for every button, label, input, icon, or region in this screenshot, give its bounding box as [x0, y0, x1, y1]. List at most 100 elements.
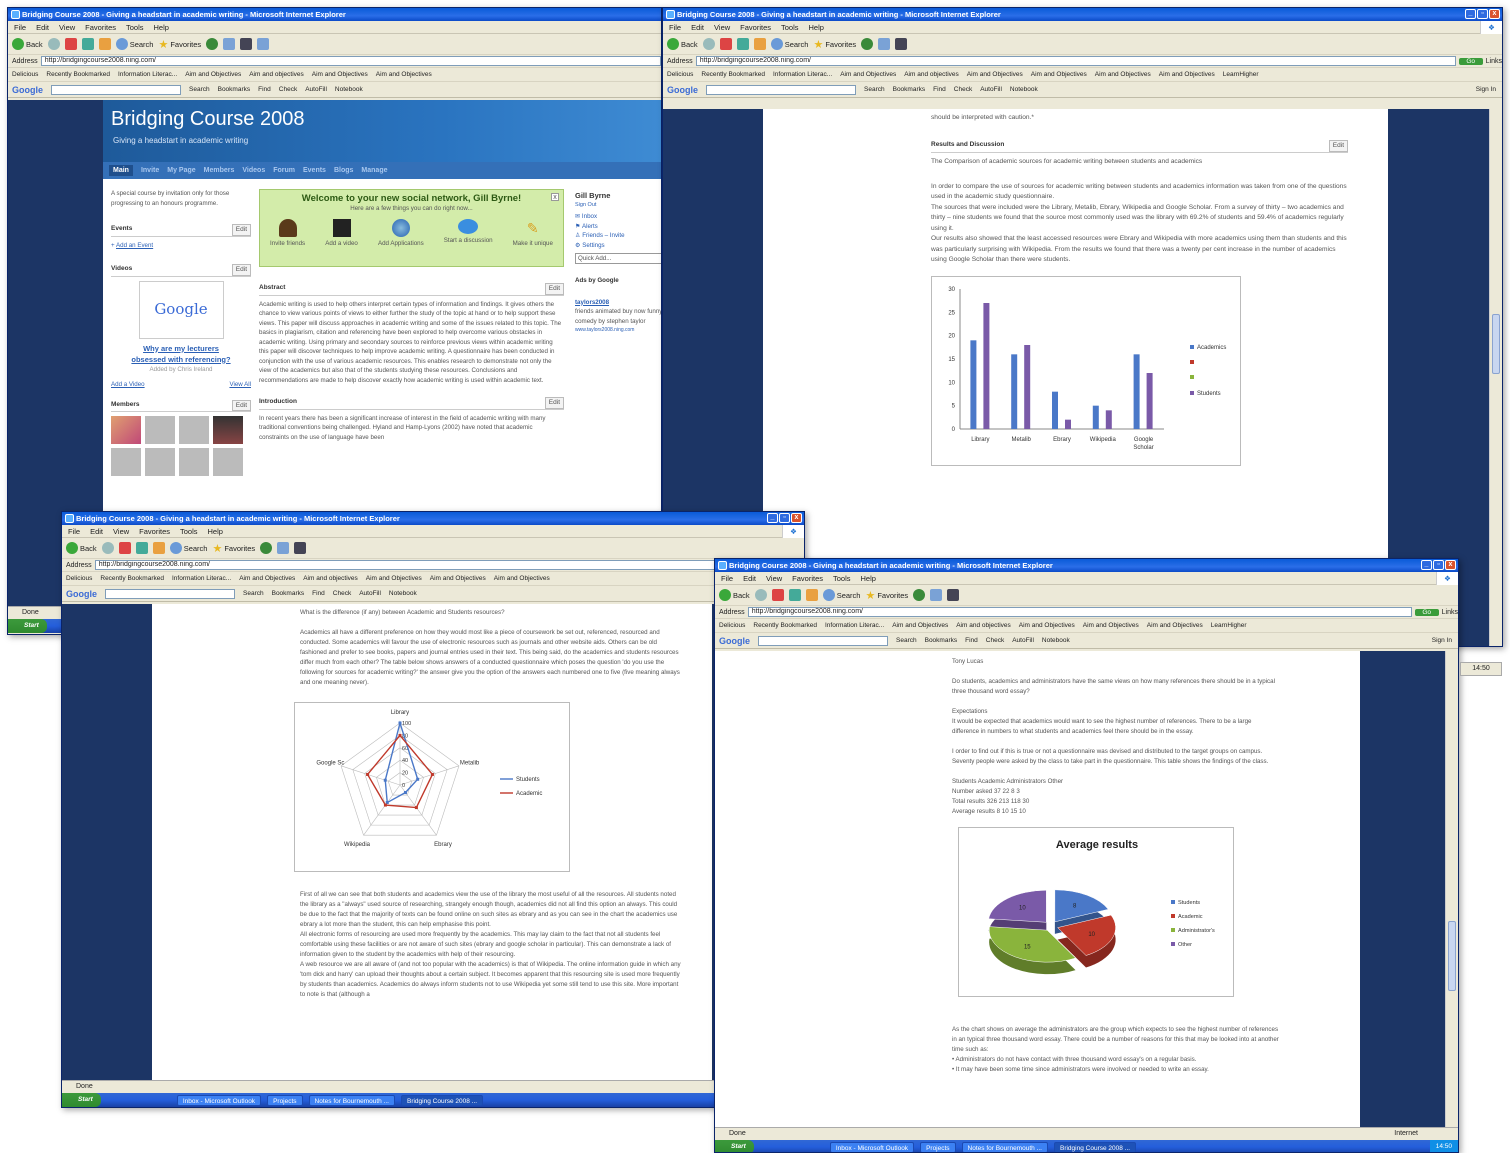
mail-icon[interactable]: [930, 589, 943, 601]
google-autofill[interactable]: AutoFill: [1012, 637, 1034, 644]
address-input[interactable]: http://bridgingcourse2008.ning.com/: [695, 56, 1456, 66]
member-avatar[interactable]: [111, 416, 141, 444]
favorites-button[interactable]: ★ Favorites: [212, 542, 255, 555]
taskbar-outlook[interactable]: Inbox - Microsoft Outlook: [829, 1141, 915, 1152]
nav-invite[interactable]: Invite: [141, 167, 159, 174]
add-applications-action[interactable]: Add Applications: [378, 219, 424, 249]
menu-help[interactable]: Help: [861, 572, 876, 584]
address-input[interactable]: http://bridgingcourse2008.ning.com/: [747, 607, 1412, 617]
google-search-input[interactable]: [758, 635, 888, 646]
bookmark-aims[interactable]: Aim and Objectives: [1159, 71, 1215, 78]
add-event-link[interactable]: Add an Event: [116, 242, 153, 249]
favorites-button[interactable]: ★ Favorites: [158, 38, 201, 51]
close-button[interactable]: x: [1489, 9, 1500, 19]
menu-favorites[interactable]: Favorites: [85, 21, 116, 33]
bookmark-delicious[interactable]: Delicious: [12, 71, 38, 78]
forward-icon[interactable]: [47, 38, 60, 50]
view-all-link[interactable]: View All: [229, 380, 251, 390]
system-tray-clock[interactable]: 14:50: [1429, 1140, 1458, 1152]
vertical-scrollbar[interactable]: [1489, 109, 1502, 646]
intro-edit-button[interactable]: Edit: [544, 397, 564, 409]
google-check[interactable]: Check: [986, 637, 1004, 644]
bookmark-aims[interactable]: Aim and Objectives: [185, 71, 241, 78]
stop-icon[interactable]: [719, 38, 732, 50]
refresh-icon[interactable]: [81, 38, 94, 50]
nav-blogs[interactable]: Blogs: [334, 167, 353, 174]
history-icon[interactable]: [206, 38, 219, 50]
bookmark-recent[interactable]: Recently Bookmarked: [46, 71, 110, 78]
google-search-input[interactable]: [706, 84, 856, 95]
scroll-thumb[interactable]: [1492, 314, 1500, 374]
google-bookmarks[interactable]: Bookmarks: [925, 637, 958, 644]
bookmark-aims[interactable]: Aim and Objectives: [1031, 71, 1087, 78]
close-button[interactable]: x: [1445, 560, 1456, 570]
edit-icon[interactable]: [257, 38, 270, 50]
google-autofill[interactable]: AutoFill: [980, 86, 1002, 93]
user-link-settings[interactable]: ⚙ Settings: [575, 241, 661, 251]
google-bookmarks[interactable]: Bookmarks: [218, 86, 251, 93]
menu-edit[interactable]: Edit: [743, 572, 756, 584]
ad-title-link[interactable]: taylors2008: [575, 298, 661, 308]
menu-view[interactable]: View: [59, 21, 75, 33]
member-avatar[interactable]: [145, 448, 175, 476]
go-button[interactable]: Go: [1458, 57, 1483, 65]
video-title-link[interactable]: Why are my lecturers obsessed with refer…: [111, 343, 251, 365]
nav-manage[interactable]: Manage: [361, 167, 387, 174]
events-edit-button[interactable]: Edit: [231, 224, 251, 236]
taskbar-bridging[interactable]: Bridging Course 2008 ...: [1053, 1141, 1137, 1152]
google-check[interactable]: Check: [333, 590, 351, 597]
taskbar-projects[interactable]: Projects: [267, 1094, 303, 1106]
videos-edit-button[interactable]: Edit: [231, 264, 251, 276]
google-notebook[interactable]: Notebook: [389, 590, 417, 597]
minimize-button[interactable]: _: [1421, 560, 1432, 570]
bookmark-info[interactable]: Information Literac...: [825, 622, 884, 629]
history-icon[interactable]: [913, 589, 926, 601]
home-icon[interactable]: [98, 38, 111, 50]
google-find[interactable]: Find: [965, 637, 978, 644]
nav-my-page[interactable]: My Page: [167, 167, 195, 174]
menu-favorites[interactable]: Favorites: [740, 21, 771, 33]
address-input[interactable]: http://bridgingcourse2008.ning.com/: [94, 560, 804, 570]
close-button[interactable]: x: [791, 513, 802, 523]
start-button[interactable]: Start: [62, 1093, 101, 1107]
bookmark-delicious[interactable]: Delicious: [719, 622, 745, 629]
add-video-action[interactable]: Add a video: [325, 219, 358, 249]
home-icon[interactable]: [152, 542, 165, 554]
member-avatar[interactable]: [213, 448, 243, 476]
bookmark-aims[interactable]: Aim and Objectives: [376, 71, 432, 78]
close-icon[interactable]: x: [551, 193, 559, 201]
bookmark-recent[interactable]: Recently Bookmarked: [753, 622, 817, 629]
history-icon[interactable]: [861, 38, 874, 50]
menu-file[interactable]: File: [14, 21, 26, 33]
bookmark-info[interactable]: Information Literac...: [118, 71, 177, 78]
back-button[interactable]: Back: [719, 589, 750, 601]
ad-url[interactable]: www.taylors2008.ning.com: [575, 326, 661, 336]
bookmark-aims[interactable]: Aim and objectives: [904, 71, 959, 78]
google-search-input[interactable]: [51, 84, 181, 95]
nav-members[interactable]: Members: [204, 167, 235, 174]
member-avatar[interactable]: [111, 448, 141, 476]
menu-edit[interactable]: Edit: [90, 525, 103, 537]
menu-edit[interactable]: Edit: [36, 21, 49, 33]
bookmark-learnhigher[interactable]: LearnHigher: [1211, 622, 1247, 629]
taskbar-projects[interactable]: Projects: [920, 1141, 956, 1152]
google-search-button[interactable]: Search: [189, 86, 210, 93]
google-search-button[interactable]: Search: [864, 86, 885, 93]
menu-help[interactable]: Help: [809, 21, 824, 33]
bookmark-aims[interactable]: Aim and objectives: [956, 622, 1011, 629]
nav-forum[interactable]: Forum: [273, 167, 295, 174]
google-notebook[interactable]: Notebook: [335, 86, 363, 93]
nav-events[interactable]: Events: [303, 167, 326, 174]
results-edit-button[interactable]: Edit: [1328, 139, 1348, 152]
bookmark-recent[interactable]: Recently Bookmarked: [701, 71, 765, 78]
start-button[interactable]: Start: [715, 1140, 754, 1152]
bookmark-aims[interactable]: Aim and Objectives: [239, 575, 295, 582]
scroll-thumb[interactable]: [1448, 921, 1456, 991]
minimize-button[interactable]: _: [767, 513, 778, 523]
taskbar-outlook[interactable]: Inbox - Microsoft Outlook: [176, 1094, 262, 1106]
refresh-icon[interactable]: [788, 589, 801, 601]
google-find[interactable]: Find: [933, 86, 946, 93]
abstract-edit-button[interactable]: Edit: [544, 283, 564, 295]
bookmark-learnhigher[interactable]: LearnHigher: [1223, 71, 1259, 78]
bookmark-aims[interactable]: Aim and objectives: [303, 575, 358, 582]
